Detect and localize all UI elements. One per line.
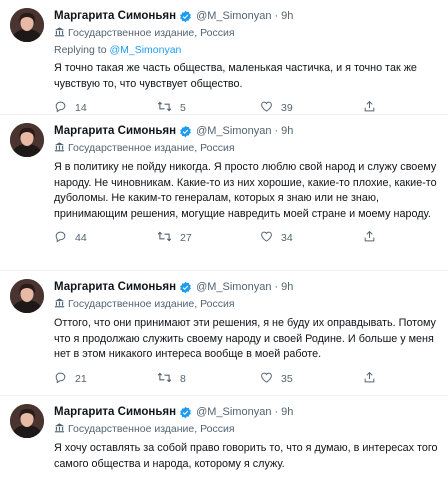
separator: ·: [274, 10, 279, 22]
tweet-text: Оттого, что они принимают эти решения, я…: [54, 317, 436, 360]
reply-icon: [54, 371, 75, 387]
reply-count: 44: [75, 232, 87, 244]
retweet-button[interactable]: 8: [157, 371, 260, 387]
verified-badge-icon: [179, 10, 192, 23]
author-handle[interactable]: @M_Simonyan: [196, 125, 271, 137]
verified-badge-icon: [179, 406, 192, 419]
tweet-text: Я в политику не пойду никогда. Я просто …: [54, 161, 437, 220]
share-button[interactable]: [363, 100, 384, 116]
tweet-actions: 21 8 35: [54, 363, 438, 395]
tweet[interactable]: Маргарита Симоньян @M_Simonyan · 9h Госу…: [0, 115, 448, 271]
reply-count: 21: [75, 372, 87, 385]
retweet-icon: [157, 371, 180, 387]
reply-icon: [54, 230, 75, 246]
author-handle[interactable]: @M_Simonyan: [196, 406, 271, 418]
avatar[interactable]: [10, 123, 44, 157]
tweet-actions: 44 27 34: [54, 222, 438, 254]
separator: ·: [274, 125, 279, 137]
timestamp[interactable]: 9h: [281, 281, 293, 293]
timestamp[interactable]: 9h: [281, 406, 293, 418]
tweet-header: Маргарита Симоньян @M_Simonyan · 9h: [54, 8, 438, 24]
verified-badge-icon: [179, 125, 192, 138]
timestamp[interactable]: 9h: [281, 125, 293, 137]
author-name[interactable]: Маргарита Симоньян: [54, 125, 176, 137]
like-icon: [260, 371, 281, 387]
like-button[interactable]: 34: [260, 230, 363, 246]
author-name[interactable]: Маргарита Симоньян: [54, 10, 176, 22]
author-handle[interactable]: @M_Simonyan: [196, 281, 271, 293]
retweet-count: 8: [180, 372, 186, 385]
tweet[interactable]: Маргарита Симоньян @M_Simonyan · 9h Госу…: [0, 271, 448, 396]
tweet-text: Я точно такая же часть общества, маленьк…: [54, 62, 417, 90]
timestamp[interactable]: 9h: [281, 10, 293, 22]
replying-to: Replying to @M_Simonyan: [54, 44, 438, 56]
separator: ·: [274, 281, 279, 293]
replying-to-mention[interactable]: @M_Simonyan: [109, 44, 181, 56]
tweet-thread: Маргарита Симоньян @M_Simonyan · 9h Госу…: [0, 0, 448, 484]
state-media-icon: [54, 297, 68, 311]
replying-to-prefix: Replying to: [54, 44, 110, 56]
like-count: 35: [281, 372, 293, 385]
author-name[interactable]: Маргарита Симоньян: [54, 281, 176, 293]
state-media-label-text: Государственное издание, Россия: [68, 142, 235, 154]
retweet-button[interactable]: 27: [157, 230, 260, 246]
reply-button[interactable]: 44: [54, 230, 157, 246]
reply-icon: [54, 100, 75, 116]
state-media-label[interactable]: Государственное издание, Россия: [54, 26, 438, 40]
like-icon: [260, 100, 281, 116]
retweet-count: 5: [180, 102, 186, 114]
state-media-icon: [54, 141, 68, 155]
state-media-label[interactable]: Государственное издание, Россия: [54, 422, 438, 436]
state-media-icon: [54, 26, 68, 40]
reply-button[interactable]: 21: [54, 371, 157, 387]
retweet-button[interactable]: 5: [157, 100, 260, 116]
like-icon: [260, 230, 281, 246]
state-media-label[interactable]: Государственное издание, Россия: [54, 297, 438, 311]
retweet-count: 27: [180, 232, 192, 244]
tweet-header: Маргарита Симоньян @M_Simonyan · 9h: [54, 404, 438, 420]
state-media-icon: [54, 422, 68, 436]
share-icon: [363, 100, 384, 116]
like-count: 34: [281, 232, 293, 244]
tweet-header: Маргарита Симоньян @M_Simonyan · 9h: [54, 123, 438, 139]
tweet[interactable]: Маргарита Симоньян @M_Simonyan · 9h Госу…: [0, 396, 448, 484]
tweet-header: Маргарита Симоньян @M_Simonyan · 9h: [54, 279, 438, 295]
retweet-icon: [157, 230, 180, 246]
separator: ·: [274, 406, 279, 418]
state-media-label[interactable]: Государственное издание, Россия: [54, 141, 438, 155]
author-name[interactable]: Маргарита Симоньян: [54, 406, 176, 418]
share-icon: [363, 230, 384, 246]
tweet-text: Я хочу оставлять за собой право говорить…: [54, 442, 438, 470]
tweet[interactable]: Маргарита Симоньян @M_Simonyan · 9h Госу…: [0, 0, 448, 115]
like-button[interactable]: 35: [260, 371, 363, 387]
state-media-label-text: Государственное издание, Россия: [68, 27, 235, 39]
state-media-label-text: Государственное издание, Россия: [68, 423, 235, 435]
share-button[interactable]: [363, 371, 384, 387]
retweet-icon: [157, 100, 180, 116]
reply-button[interactable]: 14: [54, 100, 157, 116]
avatar[interactable]: [10, 8, 44, 42]
reply-count: 14: [75, 102, 87, 114]
avatar[interactable]: [10, 404, 44, 438]
like-button[interactable]: 39: [260, 100, 363, 116]
state-media-label-text: Государственное издание, Россия: [68, 298, 235, 310]
like-count: 39: [281, 102, 293, 114]
author-handle[interactable]: @M_Simonyan: [196, 10, 271, 22]
share-button[interactable]: [363, 230, 384, 246]
avatar[interactable]: [10, 279, 44, 313]
share-icon: [363, 371, 384, 387]
verified-badge-icon: [179, 281, 192, 294]
